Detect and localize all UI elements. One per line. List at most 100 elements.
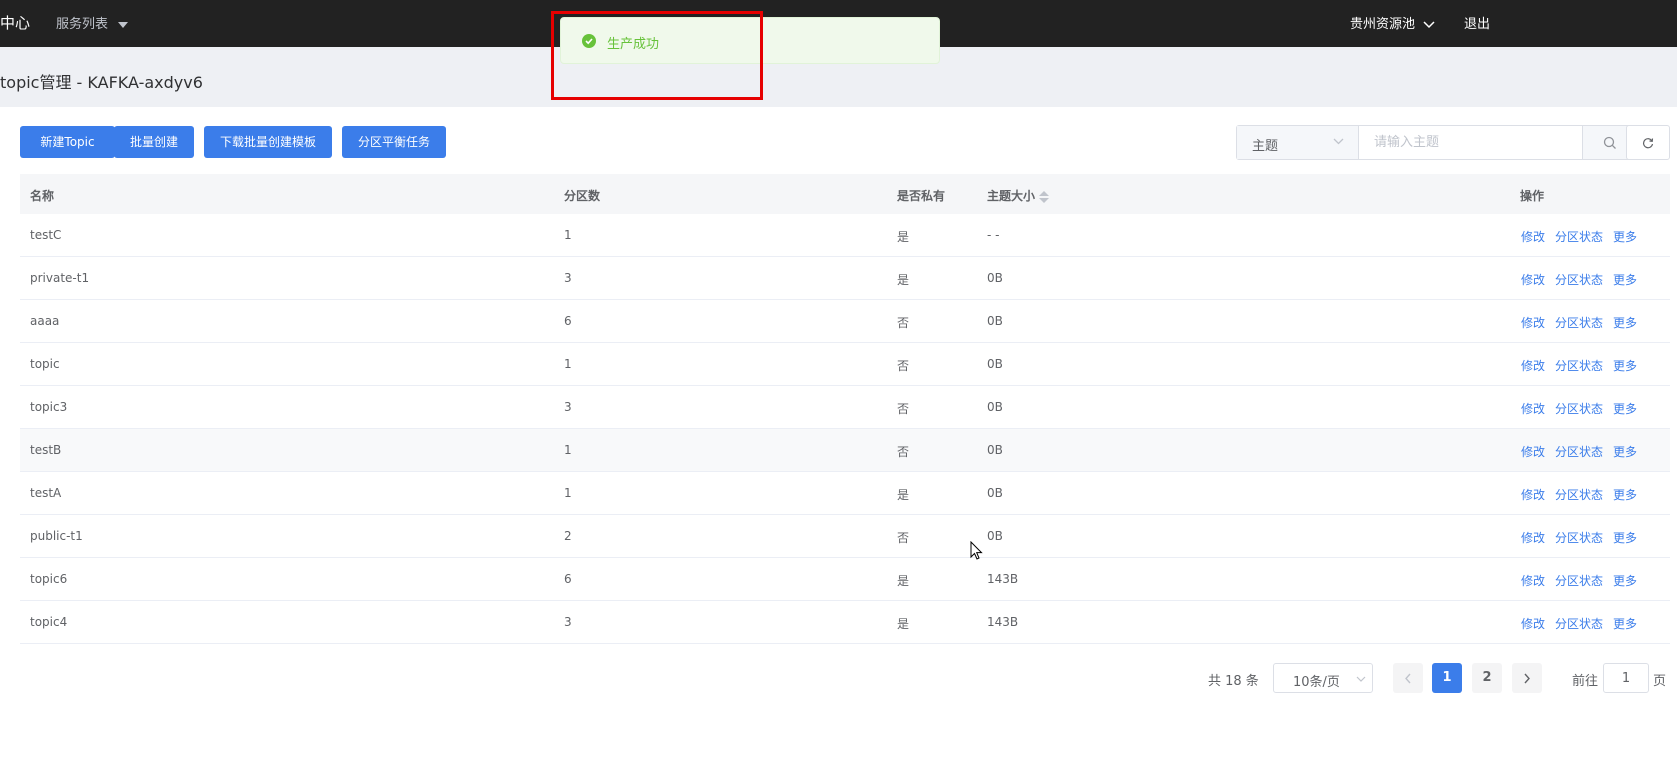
partition-status-link[interactable]: 分区状态 bbox=[1555, 316, 1603, 330]
edit-link[interactable]: 修改 bbox=[1521, 230, 1545, 244]
row-actions: 修改 分区状态 更多 bbox=[1521, 228, 1647, 245]
table-row: testA 1 是 0B 修改 分区状态 更多 bbox=[20, 472, 1670, 515]
partition-status-link[interactable]: 分区状态 bbox=[1555, 617, 1603, 631]
cell-partitions: 3 bbox=[564, 271, 572, 285]
chevron-left-icon bbox=[1405, 673, 1411, 684]
cell-size: 0B bbox=[987, 443, 1003, 457]
goto-page-input[interactable] bbox=[1603, 663, 1649, 693]
cell-private: 是 bbox=[897, 574, 910, 588]
cell-partitions: 3 bbox=[564, 400, 572, 414]
more-link[interactable]: 更多 bbox=[1613, 445, 1637, 459]
page-size-select[interactable]: 10条/页 bbox=[1273, 663, 1373, 693]
cell-partitions: 1 bbox=[564, 443, 572, 457]
caret-down-icon bbox=[118, 21, 129, 28]
more-link[interactable]: 更多 bbox=[1613, 402, 1637, 416]
partition-status-link[interactable]: 分区状态 bbox=[1555, 445, 1603, 459]
page-1-button[interactable]: 1 bbox=[1432, 663, 1462, 693]
cell-name: testC bbox=[30, 228, 62, 242]
edit-link[interactable]: 修改 bbox=[1521, 574, 1545, 588]
more-link[interactable]: 更多 bbox=[1613, 359, 1637, 373]
partition-status-link[interactable]: 分区状态 bbox=[1555, 402, 1603, 416]
brand-title[interactable]: 中心 bbox=[0, 12, 30, 33]
row-actions: 修改 分区状态 更多 bbox=[1521, 529, 1647, 546]
partition-status-link[interactable]: 分区状态 bbox=[1555, 273, 1603, 287]
more-link[interactable]: 更多 bbox=[1613, 230, 1637, 244]
partition-status-link[interactable]: 分区状态 bbox=[1555, 488, 1603, 502]
page-title: topic管理 - KAFKA-axdyv6 bbox=[0, 73, 203, 92]
resource-pool-dropdown[interactable]: 贵州资源池 bbox=[1350, 13, 1435, 32]
header-size-sortable[interactable]: 主题大小 bbox=[987, 187, 1050, 204]
cell-private: 否 bbox=[897, 531, 910, 545]
more-link[interactable]: 更多 bbox=[1613, 617, 1637, 631]
cell-partitions: 1 bbox=[564, 228, 572, 242]
table-header: 名称 分区数 是否私有 主题大小 操作 bbox=[20, 174, 1670, 214]
table-row: topic3 3 否 0B 修改 分区状态 更多 bbox=[20, 386, 1670, 429]
partition-balance-button[interactable]: 分区平衡任务 bbox=[342, 126, 446, 158]
search-icon bbox=[1603, 136, 1616, 149]
prev-page-button[interactable] bbox=[1393, 663, 1423, 693]
cell-size: 0B bbox=[987, 314, 1003, 328]
batch-create-button[interactable]: 批量创建 bbox=[114, 126, 194, 158]
header-size: 主题大小 bbox=[987, 189, 1036, 203]
cell-private: 是 bbox=[897, 488, 910, 502]
refresh-button[interactable] bbox=[1626, 125, 1670, 160]
partition-status-link[interactable]: 分区状态 bbox=[1555, 531, 1603, 545]
more-link[interactable]: 更多 bbox=[1613, 574, 1637, 588]
table-row: private-t1 3 是 0B 修改 分区状态 更多 bbox=[20, 257, 1670, 300]
page-2-button[interactable]: 2 bbox=[1472, 663, 1502, 693]
cell-name: testB bbox=[30, 443, 62, 457]
table-row: topic 1 否 0B 修改 分区状态 更多 bbox=[20, 343, 1670, 386]
cell-size: 0B bbox=[987, 529, 1003, 543]
header-ops: 操作 bbox=[1520, 189, 1545, 203]
cell-private: 是 bbox=[897, 230, 910, 244]
row-actions: 修改 分区状态 更多 bbox=[1521, 400, 1647, 417]
table-row: testB 1 否 0B 修改 分区状态 更多 bbox=[20, 429, 1670, 472]
goto-suffix: 页 bbox=[1653, 674, 1667, 689]
cell-partitions: 1 bbox=[564, 357, 572, 371]
cell-size: 0B bbox=[987, 400, 1003, 414]
more-link[interactable]: 更多 bbox=[1613, 531, 1637, 545]
header-name: 名称 bbox=[30, 189, 55, 203]
new-topic-button[interactable]: 新建Topic bbox=[20, 126, 115, 158]
resource-pool-label: 贵州资源池 bbox=[1350, 17, 1416, 32]
more-link[interactable]: 更多 bbox=[1613, 316, 1637, 330]
refresh-icon bbox=[1642, 138, 1654, 149]
filter-field-select[interactable]: 主题 bbox=[1237, 126, 1359, 159]
row-actions: 修改 分区状态 更多 bbox=[1521, 271, 1647, 288]
search-input[interactable] bbox=[1360, 126, 1582, 159]
next-page-button[interactable] bbox=[1512, 663, 1542, 693]
row-actions: 修改 分区状态 更多 bbox=[1521, 572, 1647, 589]
edit-link[interactable]: 修改 bbox=[1521, 402, 1545, 416]
chevron-down-icon bbox=[1423, 20, 1435, 28]
logout-link[interactable]: 退出 bbox=[1464, 13, 1490, 32]
edit-link[interactable]: 修改 bbox=[1521, 316, 1545, 330]
download-template-button[interactable]: 下载批量创建模板 bbox=[204, 126, 332, 158]
table-row: topic4 3 是 143B 修改 分区状态 更多 bbox=[20, 601, 1670, 644]
cell-partitions: 6 bbox=[564, 314, 572, 328]
cell-name: topic4 bbox=[30, 615, 68, 629]
row-actions: 修改 分区状态 更多 bbox=[1521, 486, 1647, 503]
edit-link[interactable]: 修改 bbox=[1521, 531, 1545, 545]
header-private: 是否私有 bbox=[897, 189, 946, 203]
edit-link[interactable]: 修改 bbox=[1521, 359, 1545, 373]
edit-link[interactable]: 修改 bbox=[1521, 273, 1545, 287]
more-link[interactable]: 更多 bbox=[1613, 273, 1637, 287]
cell-size: 143B bbox=[987, 572, 1019, 586]
more-link[interactable]: 更多 bbox=[1613, 488, 1637, 502]
cell-partitions: 2 bbox=[564, 529, 572, 543]
cell-private: 是 bbox=[897, 273, 910, 287]
row-actions: 修改 分区状态 更多 bbox=[1521, 314, 1647, 331]
edit-link[interactable]: 修改 bbox=[1521, 488, 1545, 502]
service-list-menu[interactable]: 服务列表 bbox=[56, 13, 129, 32]
sort-icon[interactable] bbox=[1039, 190, 1050, 203]
cell-size: 0B bbox=[987, 271, 1003, 285]
cell-private: 否 bbox=[897, 316, 910, 330]
edit-link[interactable]: 修改 bbox=[1521, 445, 1545, 459]
table-row: topic6 6 是 143B 修改 分区状态 更多 bbox=[20, 558, 1670, 601]
goto-label: 前往 bbox=[1572, 674, 1599, 689]
partition-status-link[interactable]: 分区状态 bbox=[1555, 574, 1603, 588]
partition-status-link[interactable]: 分区状态 bbox=[1555, 359, 1603, 373]
partition-status-link[interactable]: 分区状态 bbox=[1555, 230, 1603, 244]
cell-name: public-t1 bbox=[30, 529, 83, 543]
edit-link[interactable]: 修改 bbox=[1521, 617, 1545, 631]
